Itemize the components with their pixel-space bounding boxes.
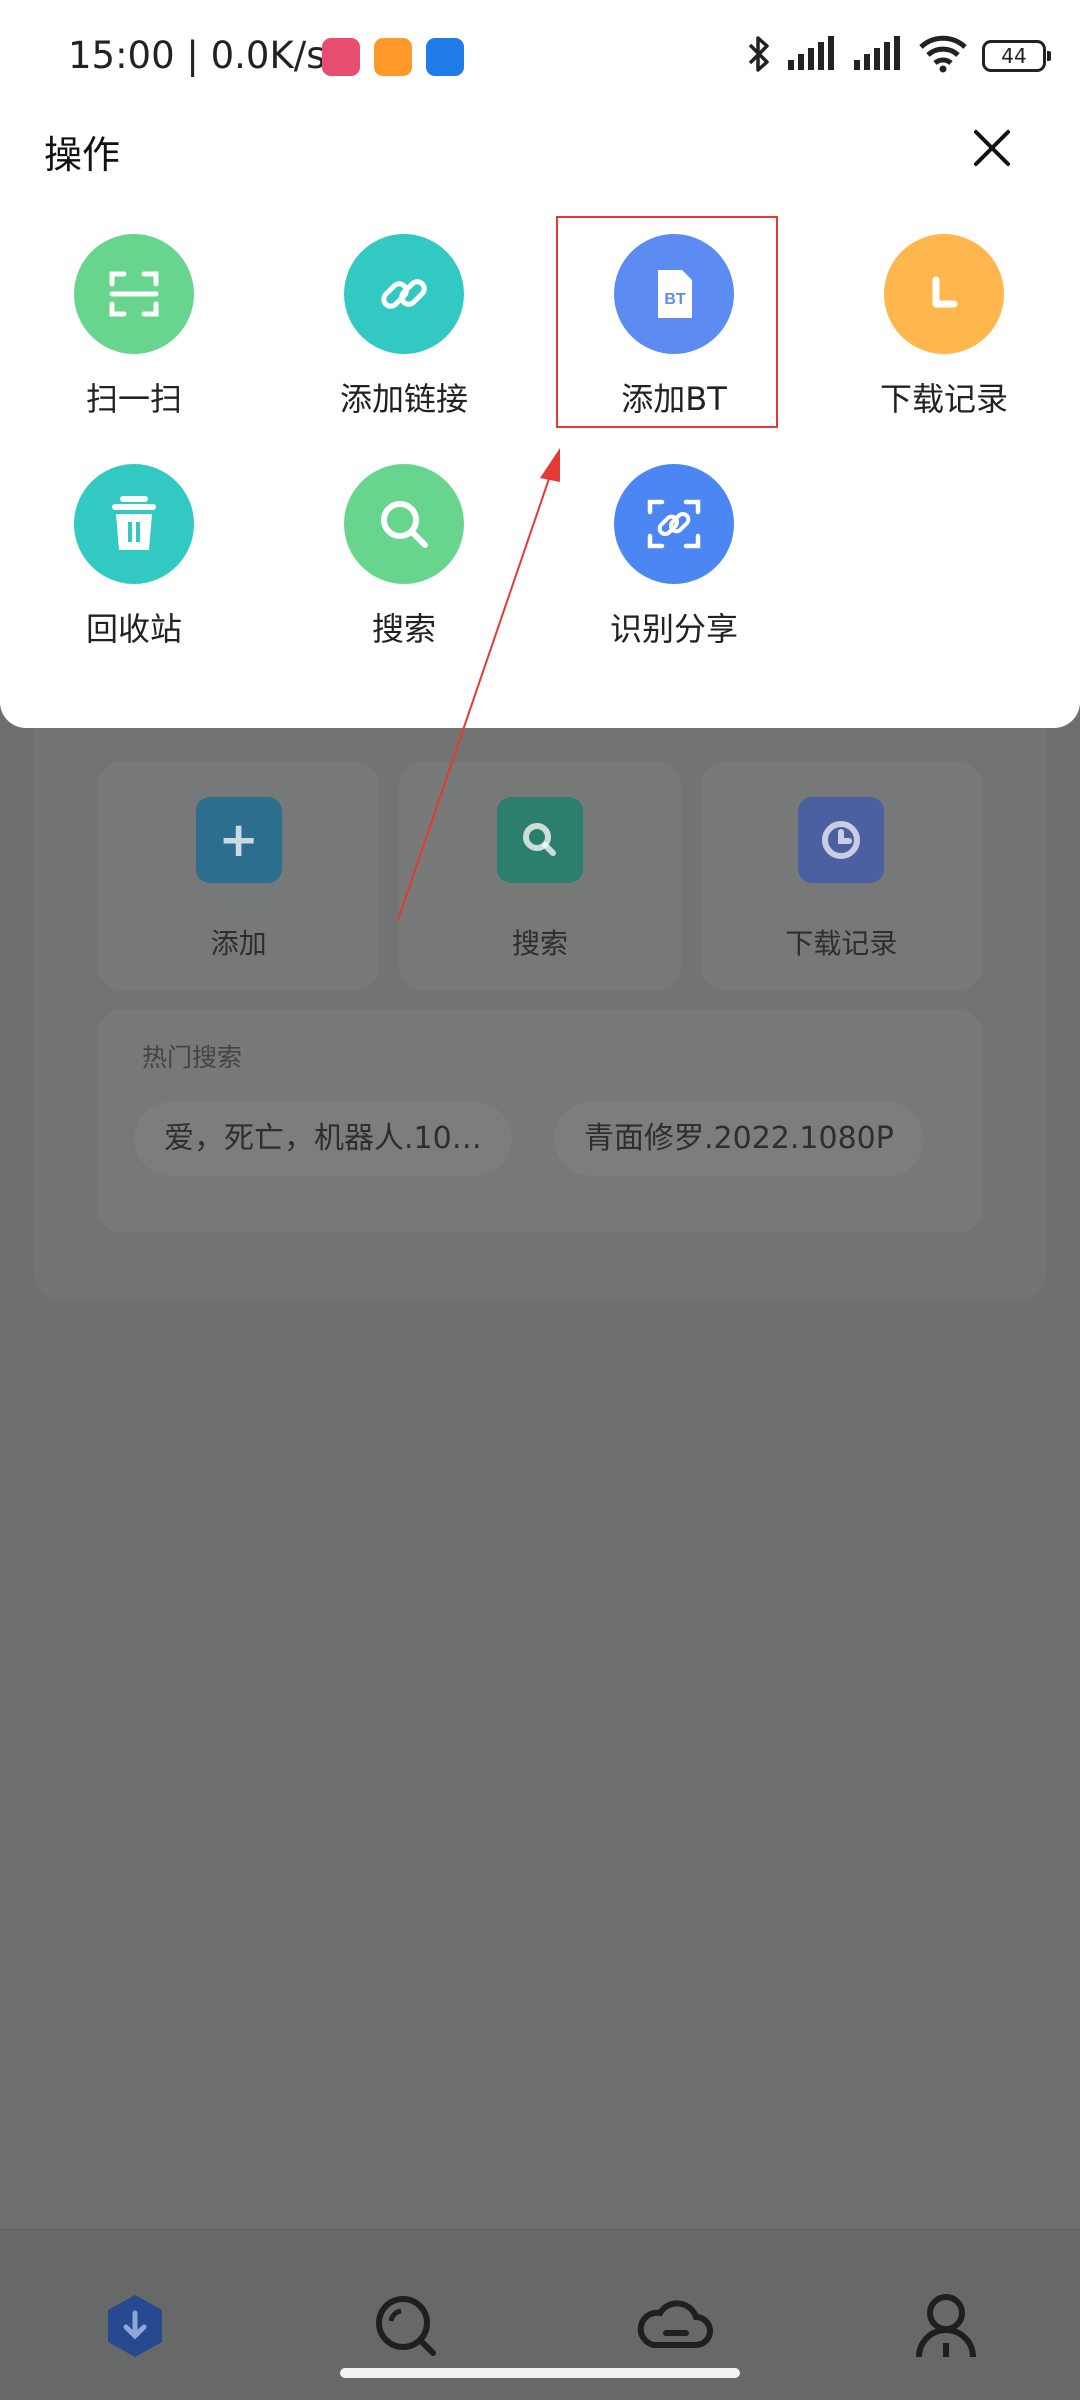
status-indicators: 44 — [746, 34, 1051, 78]
wifi-icon — [918, 35, 968, 77]
search-icon — [496, 797, 583, 883]
action-label: 回收站 — [85, 610, 182, 648]
sheet-title: 操作 — [44, 133, 121, 177]
quick-download-history-label: 下载记录 — [785, 927, 898, 960]
nav-cloud-icon[interactable] — [636, 2286, 716, 2366]
share-link-icon — [614, 464, 734, 584]
highlight-box — [556, 216, 778, 428]
action-label: 识别分享 — [609, 610, 738, 648]
hot-search-chip[interactable]: 青面修罗.2022.1080P — [554, 1102, 924, 1176]
app-icon — [374, 38, 412, 76]
action-label: 下载记录 — [879, 380, 1008, 418]
search-icon — [344, 464, 464, 584]
clock-icon — [798, 797, 885, 883]
action-add-link[interactable]: 添加链接 — [304, 234, 504, 434]
status-app-icons — [322, 38, 464, 76]
action-scan[interactable]: 扫一扫 — [34, 234, 234, 434]
clock-icon — [884, 234, 1004, 354]
quick-add-label: 添加 — [210, 927, 267, 960]
close-button[interactable] — [968, 124, 1016, 172]
action-label: 搜索 — [371, 610, 436, 648]
action-label: 添加链接 — [339, 380, 468, 418]
action-recognize-share[interactable]: 识别分享 — [574, 464, 774, 664]
status-bar: 15:00 | 0.0K/s 44 — [0, 0, 1080, 116]
plus-icon: + — [195, 797, 282, 883]
action-recycle-bin[interactable]: 回收站 — [34, 464, 234, 664]
action-download-history[interactable]: 下载记录 — [844, 234, 1044, 434]
trash-icon — [74, 464, 194, 584]
close-icon — [974, 130, 1010, 166]
home-indicator[interactable] — [340, 2368, 740, 2378]
signal-icon — [786, 36, 838, 76]
hot-search-title: 热门搜索 — [142, 1043, 243, 1072]
app-icon — [322, 38, 360, 76]
quick-add[interactable]: + 添加 — [98, 762, 380, 990]
quick-search[interactable]: 搜索 — [399, 762, 681, 990]
quick-search-label: 搜索 — [511, 927, 568, 960]
scan-icon — [74, 234, 194, 354]
status-time: 15:00 | 0.0K/s — [68, 34, 326, 77]
hot-search-chip[interactable]: 爱，死亡，机器人.10… — [134, 1102, 512, 1176]
quick-actions: + 添加 搜索 下载记录 — [98, 762, 982, 990]
bluetooth-icon — [746, 34, 772, 78]
action-sheet: 15:00 | 0.0K/s 44 操作 扫一扫 添加链接 BT 添加BT 下载… — [0, 0, 1080, 728]
battery-icon: 44 — [982, 40, 1051, 72]
app-icon — [426, 38, 464, 76]
nav-profile-icon[interactable] — [906, 2286, 986, 2366]
link-icon — [344, 234, 464, 354]
nav-download-icon[interactable] — [95, 2286, 175, 2366]
hot-search-panel: 热门搜索 爱，死亡，机器人.10… 青面修罗.2022.1080P — [98, 1010, 982, 1232]
nav-search-icon[interactable] — [366, 2286, 446, 2366]
quick-download-history[interactable]: 下载记录 — [700, 762, 982, 990]
signal-icon — [852, 36, 904, 76]
action-label: 扫一扫 — [85, 380, 182, 418]
action-search[interactable]: 搜索 — [304, 464, 504, 664]
